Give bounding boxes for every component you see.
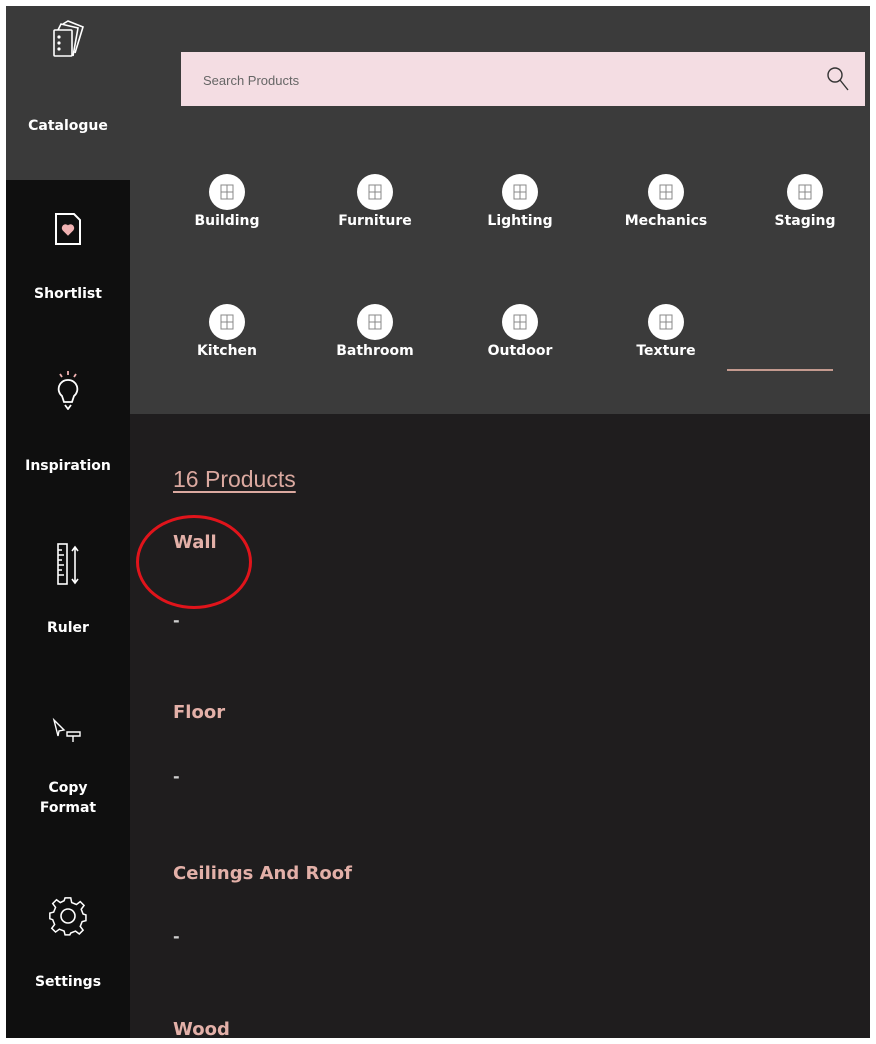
category-icon (648, 304, 684, 340)
app-window: Catalogue Shortlist Inspiration Ruler Co… (6, 6, 870, 1038)
selected-category-underline (727, 369, 833, 371)
category-icon (787, 174, 823, 210)
category-label: Furniture (338, 213, 412, 229)
section-value: - (173, 767, 180, 786)
sidebar-item-label: Shortlist (34, 286, 102, 302)
sidebar-item-shortlist[interactable]: Shortlist (6, 180, 130, 340)
category-icon (357, 174, 393, 210)
ruler-icon (6, 542, 130, 586)
category-label: Staging (774, 213, 836, 229)
search-bar (181, 52, 865, 108)
lightbulb-icon (6, 370, 130, 410)
category-label: Mechanics (624, 213, 708, 229)
search-icon[interactable] (825, 65, 851, 93)
section-title-ceilings[interactable]: Ceilings And Roof (173, 863, 352, 885)
product-list: 16 Products Wall - Floor - Ceilings And … (130, 414, 870, 1038)
category-icon (209, 174, 245, 210)
category-icon (502, 304, 538, 340)
sidebar-item-inspiration[interactable]: Inspiration (6, 340, 130, 506)
sidebar-item-settings[interactable]: Settings (6, 862, 130, 1038)
sidebar-item-catalogue[interactable]: Catalogue (6, 6, 130, 180)
product-count-link[interactable]: 16 Products (173, 466, 296, 493)
category-icon (502, 174, 538, 210)
sidebar-item-label: Catalogue (28, 118, 108, 134)
sidebar-item-label: Settings (34, 974, 102, 990)
category-label: Building (194, 213, 260, 229)
category-label: Texture (636, 343, 696, 359)
sidebar: Catalogue Shortlist Inspiration Ruler Co… (6, 6, 130, 1038)
sidebar-item-copy-format[interactable]: Copy Format (6, 672, 130, 862)
catalogue-icon (6, 20, 130, 60)
paint-cursor-icon (6, 716, 130, 746)
category-icon (648, 174, 684, 210)
gear-icon (6, 895, 130, 937)
catalogue-panel: Building Furniture Lighting Mechanics St… (130, 6, 870, 414)
heart-document-icon (6, 212, 130, 246)
category-label: Bathroom (336, 343, 414, 359)
sidebar-item-ruler[interactable]: Ruler (6, 506, 130, 672)
sidebar-item-label: Ruler (47, 620, 89, 636)
section-value: - (173, 927, 180, 946)
category-label: Kitchen (196, 343, 258, 359)
search-input[interactable] (201, 52, 805, 108)
section-value: - (173, 611, 180, 630)
category-icon (357, 304, 393, 340)
sidebar-item-label-line1: Copy (48, 780, 88, 796)
sidebar-item-label: Inspiration (25, 458, 111, 474)
category-label: Outdoor (487, 343, 553, 359)
category-label: Lighting (487, 213, 553, 229)
section-title-floor[interactable]: Floor (173, 702, 225, 724)
highlight-annotation-circle (136, 515, 252, 609)
sidebar-item-label-line2: Format (39, 800, 97, 816)
category-icon (209, 304, 245, 340)
section-title-wood[interactable]: Wood (173, 1019, 230, 1038)
